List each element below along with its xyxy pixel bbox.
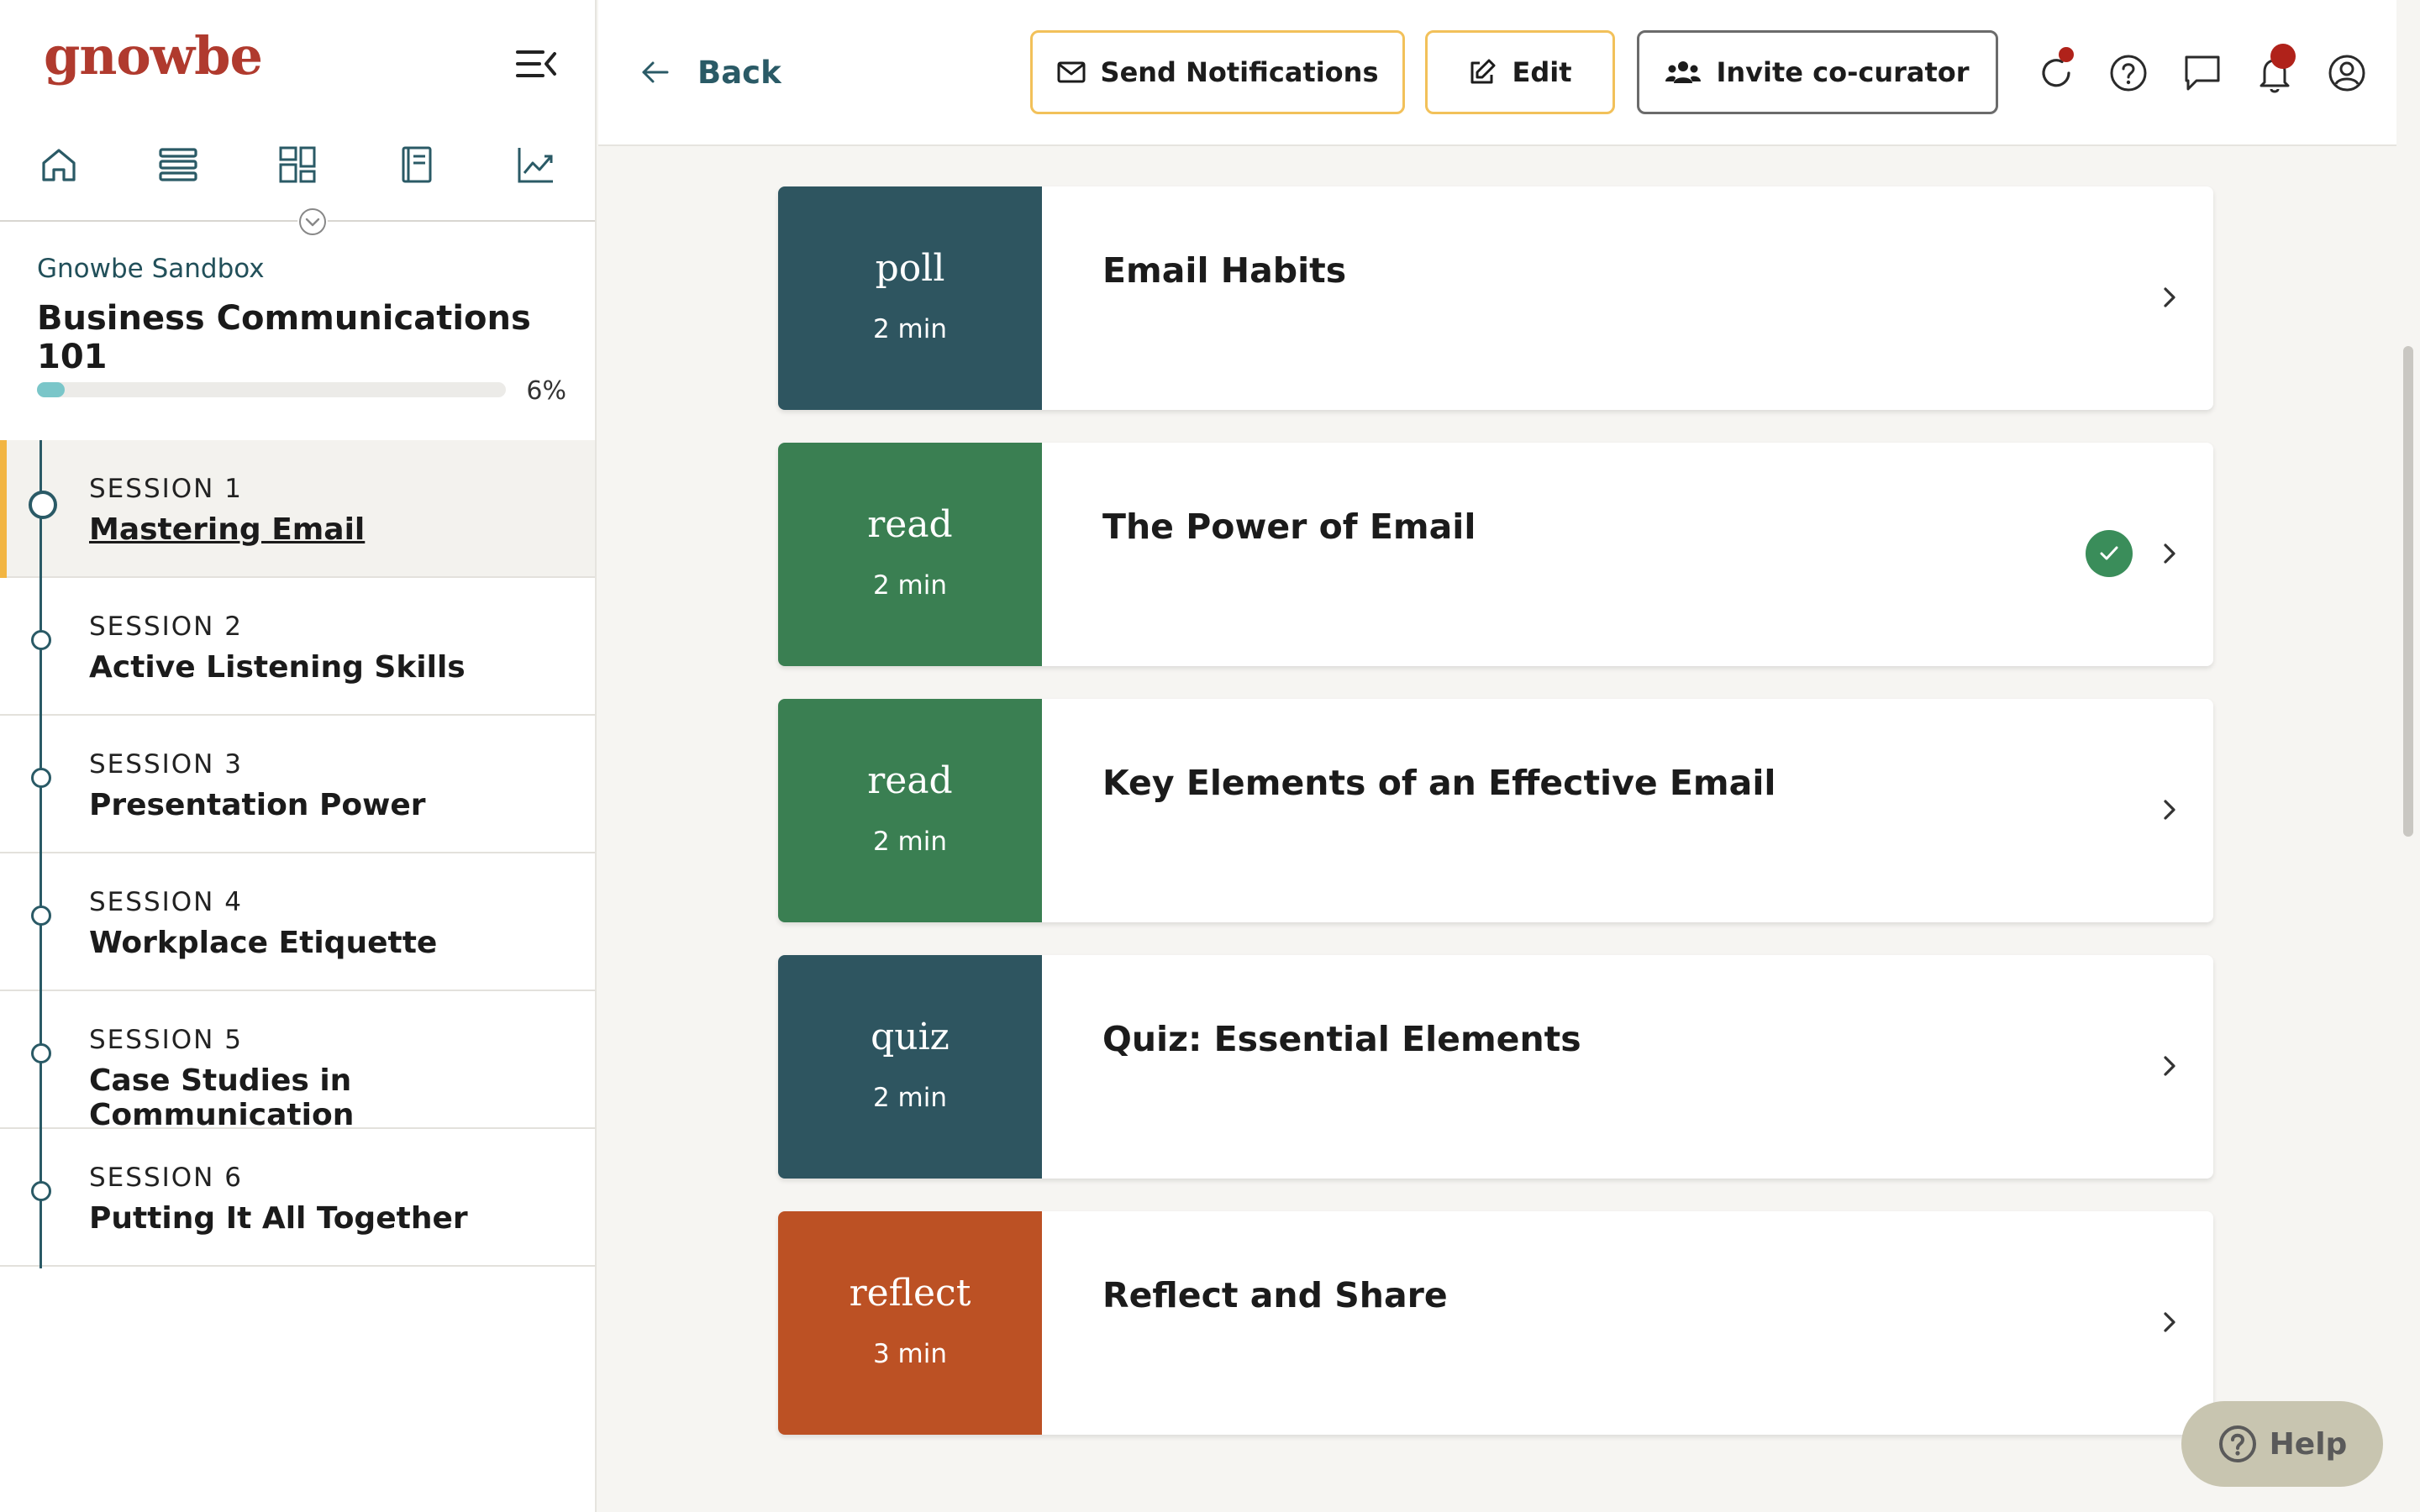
session-number: SESSION 2 xyxy=(89,612,243,642)
analytics-icon[interactable] xyxy=(513,141,560,188)
timeline-dot xyxy=(31,1043,51,1063)
session-number: SESSION 4 xyxy=(89,887,243,917)
course-title: Business Communications 101 xyxy=(37,299,531,376)
session-item[interactable]: SESSION 6 Putting It All Together xyxy=(0,1129,595,1268)
session-title[interactable]: Mastering Email xyxy=(89,512,365,547)
help-button[interactable]: Help xyxy=(2181,1401,2383,1487)
session-title[interactable]: Workplace Etiquette xyxy=(89,926,437,960)
refresh-icon[interactable] xyxy=(2035,47,2077,94)
session-title[interactable]: Case Studies in Communication xyxy=(89,1063,595,1132)
card-title: The Power of Email xyxy=(1102,507,1476,547)
help-circle-icon[interactable] xyxy=(2107,52,2149,94)
chat-icon[interactable] xyxy=(2181,52,2223,94)
card-type-label: read xyxy=(867,503,953,546)
help-label: Help xyxy=(2269,1426,2348,1462)
chevron-down-icon[interactable] xyxy=(297,207,328,237)
progress-track xyxy=(37,382,506,397)
course-org: Gnowbe Sandbox xyxy=(37,254,265,284)
top-bar: Back Send Notifications Edit Invite co-c… xyxy=(598,0,2396,146)
list-icon[interactable] xyxy=(155,141,202,188)
send-notifications-button[interactable]: Send Notifications xyxy=(1030,30,1405,114)
chevron-right-icon xyxy=(2153,281,2186,314)
session-item[interactable]: SESSION 5 Case Studies in Communication xyxy=(0,991,595,1132)
card-duration: 2 min xyxy=(872,570,948,601)
activity-card-list: poll 2 min Email Habits read 2 min The P… xyxy=(778,186,2213,1467)
session-item[interactable]: SESSION 4 Workplace Etiquette xyxy=(0,853,595,993)
scrollbar[interactable] xyxy=(2396,0,2420,1512)
timeline-dot xyxy=(31,906,51,926)
course-header: Gnowbe Sandbox Business Communications 1… xyxy=(37,254,566,376)
activity-card[interactable]: read 2 min Key Elements of an Effective … xyxy=(778,699,2213,922)
envelope-icon xyxy=(1057,61,1086,83)
session-number: SESSION 3 xyxy=(89,749,243,780)
card-type-label: read xyxy=(867,759,953,802)
card-type-block: read 2 min xyxy=(778,443,1042,666)
arrow-left-icon xyxy=(642,61,669,83)
home-icon[interactable] xyxy=(35,141,82,188)
progress-fill xyxy=(37,382,66,397)
chevron-right-icon xyxy=(2153,793,2186,827)
card-type-block: poll 2 min xyxy=(778,186,1042,410)
scrollbar-thumb[interactable] xyxy=(2403,346,2413,837)
card-type-label: reflect xyxy=(849,1272,971,1315)
chevron-right-icon xyxy=(2153,1305,2186,1339)
card-duration: 2 min xyxy=(872,314,948,344)
card-type-block: reflect 3 min xyxy=(778,1211,1042,1435)
session-title[interactable]: Presentation Power xyxy=(89,788,426,822)
session-number: SESSION 6 xyxy=(89,1163,243,1193)
card-type-block: quiz 2 min xyxy=(778,955,1042,1179)
session-title[interactable]: Putting It All Together xyxy=(89,1201,468,1236)
edit-button[interactable]: Edit xyxy=(1425,30,1615,114)
timeline-dot xyxy=(31,768,51,788)
chevron-right-icon xyxy=(2153,537,2186,570)
notification-badge xyxy=(2270,44,2296,69)
card-title: Quiz: Essential Elements xyxy=(1102,1019,1581,1059)
edit-label: Edit xyxy=(1512,56,1572,88)
progress-percent: 6% xyxy=(526,376,566,406)
card-title: Email Habits xyxy=(1102,250,1347,291)
session-list: SESSION 1 Mastering Email SESSION 2 Acti… xyxy=(0,440,595,1268)
card-type-block: read 2 min xyxy=(778,699,1042,922)
check-circle-icon xyxy=(2086,530,2133,577)
card-title: Reflect and Share xyxy=(1102,1275,1448,1315)
invite-label: Invite co-curator xyxy=(1716,56,1970,88)
activity-card[interactable]: read 2 min The Power of Email xyxy=(778,443,2213,666)
timeline-dot xyxy=(31,1181,51,1201)
gnowbe-logo[interactable]: gnowbe xyxy=(44,25,263,87)
session-item[interactable]: SESSION 2 Active Listening Skills xyxy=(0,578,595,717)
users-icon xyxy=(1665,61,1702,83)
book-icon[interactable] xyxy=(393,141,440,188)
invite-co-curator-button[interactable]: Invite co-curator xyxy=(1637,30,1998,114)
user-profile-icon[interactable] xyxy=(2326,52,2368,94)
activity-card[interactable]: poll 2 min Email Habits xyxy=(778,186,2213,410)
edit-icon xyxy=(1470,59,1496,84)
chevron-right-icon xyxy=(2153,1049,2186,1083)
session-item[interactable]: SESSION 1 Mastering Email xyxy=(0,440,595,580)
session-number: SESSION 1 xyxy=(89,474,243,504)
send-notifications-label: Send Notifications xyxy=(1100,56,1379,88)
card-type-label: quiz xyxy=(871,1016,950,1058)
active-indicator xyxy=(0,440,7,578)
dashboard-icon[interactable] xyxy=(274,141,321,188)
question-icon xyxy=(2218,1425,2256,1462)
session-title[interactable]: Active Listening Skills xyxy=(89,650,466,685)
timeline-dot xyxy=(31,630,51,650)
back-button[interactable]: Back xyxy=(640,50,781,94)
card-duration: 2 min xyxy=(872,1083,948,1113)
timeline-dot xyxy=(29,491,57,519)
session-number: SESSION 5 xyxy=(89,1025,243,1055)
card-title: Key Elements of an Effective Email xyxy=(1102,763,1776,803)
course-progress: 6% xyxy=(37,376,566,406)
card-type-label: poll xyxy=(875,247,945,290)
sidebar: gnowbe Gnowbe Sandbox Business Communica… xyxy=(0,0,597,1512)
card-duration: 3 min xyxy=(872,1339,948,1369)
activity-card[interactable]: quiz 2 min Quiz: Essential Elements xyxy=(778,955,2213,1179)
bell-icon[interactable] xyxy=(2254,44,2296,94)
back-label: Back xyxy=(697,54,781,91)
refresh-badge xyxy=(2059,47,2074,62)
activity-card[interactable]: reflect 3 min Reflect and Share xyxy=(778,1211,2213,1435)
card-duration: 2 min xyxy=(872,827,948,857)
collapse-sidebar-icon[interactable] xyxy=(514,47,558,81)
session-item[interactable]: SESSION 3 Presentation Power xyxy=(0,716,595,855)
